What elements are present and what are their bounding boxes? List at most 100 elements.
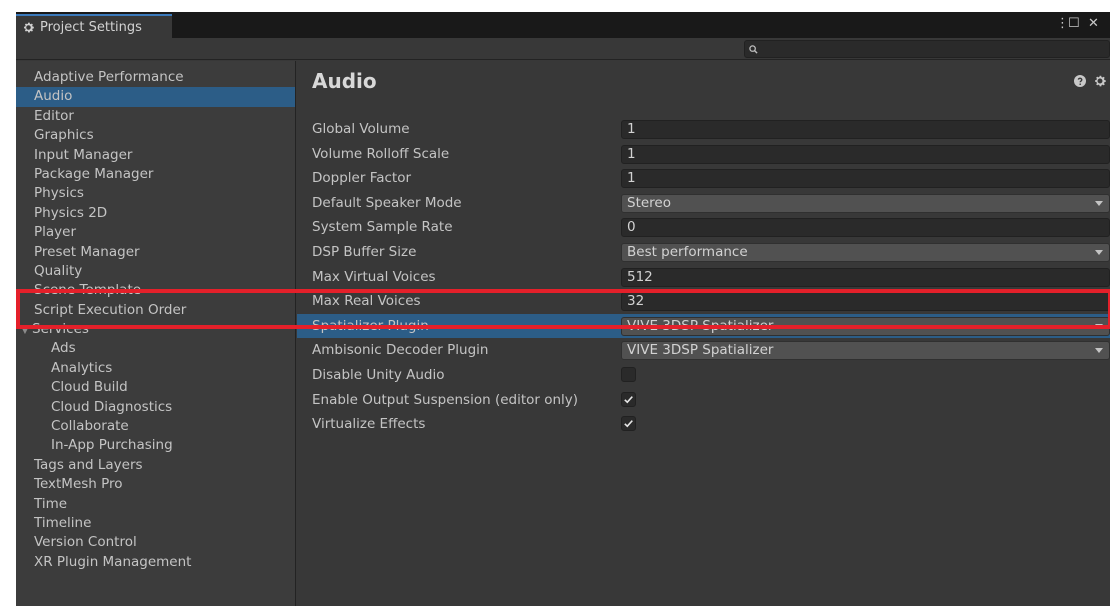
setting-number-field[interactable]: 1 xyxy=(621,120,1110,139)
maximize-icon[interactable]: ☐ xyxy=(1068,17,1080,31)
setting-number-field[interactable]: 512 xyxy=(621,267,1110,287)
sidebar-item-label: Tags and Layers xyxy=(34,456,143,473)
setting-number-field[interactable]: 1 xyxy=(621,169,1110,189)
setting-row: Max Virtual Voices 512 xyxy=(297,265,1110,290)
sidebar-item-label: Graphics xyxy=(34,127,94,144)
sidebar-item[interactable]: Timeline xyxy=(16,514,295,533)
sidebar-item[interactable]: Audio xyxy=(16,87,295,107)
setting-value: 1 xyxy=(627,170,636,187)
close-icon[interactable]: ✕ xyxy=(1088,17,1099,31)
gear-icon xyxy=(24,22,34,32)
setting-dropdown[interactable]: VIVE 3DSP Spatializer xyxy=(621,316,1110,336)
setting-row: Global Volume 1 xyxy=(297,117,1110,142)
setting-label: Virtualize Effects xyxy=(312,416,426,433)
setting-row: Spatializer Plugin VIVE 3DSP Spatializer xyxy=(297,313,1110,339)
sidebar-item-label: Editor xyxy=(34,107,74,124)
setting-label: Max Virtual Voices xyxy=(312,268,436,285)
sidebar-item-label: Services xyxy=(32,321,89,338)
sidebar-item[interactable]: Input Manager xyxy=(16,146,295,165)
dropdown-arrow-icon xyxy=(1095,249,1103,255)
setting-dropdown[interactable]: VIVE 3DSP Spatializer xyxy=(621,341,1110,361)
setting-row: Default Speaker Mode Stereo xyxy=(297,191,1110,216)
tab-project-settings[interactable]: Project Settings xyxy=(16,14,172,38)
sidebar-item[interactable]: Script Execution Order xyxy=(16,301,295,320)
sidebar-item[interactable]: Time xyxy=(16,495,295,514)
settings-gear-icon[interactable] xyxy=(1093,74,1107,88)
setting-value: 1 xyxy=(627,145,636,162)
sidebar-item[interactable]: Adaptive Performance xyxy=(16,68,295,87)
setting-dropdown[interactable]: Stereo xyxy=(621,193,1110,213)
setting-label: Ambisonic Decoder Plugin xyxy=(312,342,489,359)
setting-number-field[interactable]: 32 xyxy=(621,292,1110,312)
setting-checkbox[interactable] xyxy=(621,416,636,432)
sidebar-item-label: TextMesh Pro xyxy=(34,476,123,493)
sidebar-item[interactable]: Player xyxy=(16,223,295,242)
sidebar-item[interactable]: Collaborate xyxy=(16,417,295,436)
sidebar-item[interactable]: Editor xyxy=(16,107,295,126)
sidebar-item-label: Time xyxy=(34,495,68,512)
sidebar-item[interactable]: Tags and Layers xyxy=(16,456,295,475)
setting-row: Volume Rolloff Scale 1 xyxy=(297,142,1110,167)
sidebar-item-label: Script Execution Order xyxy=(34,301,187,318)
setting-label: Global Volume xyxy=(312,121,410,137)
setting-label: Disable Unity Audio xyxy=(312,366,445,383)
sidebar-item[interactable]: XR Plugin Management xyxy=(16,553,295,572)
sidebar-item-label: Cloud Build xyxy=(51,379,128,396)
sidebar-item[interactable]: Quality xyxy=(16,262,295,281)
search-box[interactable] xyxy=(744,40,1110,58)
expand-triangle-icon[interactable]: ▼ xyxy=(18,322,32,341)
project-settings-window: Project Settings ⋮ ☐ ✕ Adaptive Performa… xyxy=(16,12,1110,606)
sidebar-item[interactable]: Physics xyxy=(16,184,295,203)
setting-row: Disable Unity Audio xyxy=(297,363,1110,388)
tab-title: Project Settings xyxy=(40,19,142,35)
checkmark-icon xyxy=(624,420,633,428)
sidebar-item[interactable]: Scene Template xyxy=(16,281,295,300)
sidebar-item[interactable]: Ads xyxy=(16,339,295,358)
sidebar-item-label: Physics xyxy=(34,185,84,202)
sidebar-item[interactable]: TextMesh Pro xyxy=(16,475,295,494)
sidebar-item-label: Version Control xyxy=(34,534,137,551)
sidebar-item[interactable]: In-App Purchasing xyxy=(16,436,295,455)
setting-row: System Sample Rate 0 xyxy=(297,215,1110,240)
setting-dropdown[interactable]: Best performance xyxy=(621,242,1110,262)
page-title: Audio xyxy=(312,69,377,93)
sidebar-item[interactable]: Cloud Build xyxy=(16,378,295,397)
tab-bar: Project Settings ⋮ ☐ ✕ xyxy=(16,12,1110,38)
sidebar-item[interactable]: Graphics xyxy=(16,126,295,145)
sidebar-item-label: Timeline xyxy=(34,514,92,531)
sidebar-item[interactable]: Version Control xyxy=(16,533,295,552)
setting-row: Doppler Factor 1 xyxy=(297,166,1110,191)
search-input[interactable] xyxy=(762,42,1092,56)
help-icon[interactable] xyxy=(1074,75,1086,87)
setting-value: VIVE 3DSP Spatializer xyxy=(627,317,774,334)
setting-checkbox[interactable] xyxy=(621,391,636,407)
checkmark-icon xyxy=(624,395,633,403)
setting-number-field[interactable]: 1 xyxy=(621,144,1110,164)
setting-row: DSP Buffer Size Best performance xyxy=(297,240,1110,265)
setting-label: Enable Output Suspension (editor only) xyxy=(312,391,579,408)
sidebar-item-label: Ads xyxy=(51,340,76,357)
sidebar-item[interactable]: Preset Manager xyxy=(16,243,295,262)
setting-label: Spatializer Plugin xyxy=(312,317,429,334)
sidebar-item[interactable]: Cloud Diagnostics xyxy=(16,398,295,417)
sidebar-item[interactable]: Physics 2D xyxy=(16,204,295,223)
sidebar-item-label: Input Manager xyxy=(34,146,133,163)
sidebar-item-label: Package Manager xyxy=(34,165,154,182)
sidebar-item-label: Collaborate xyxy=(51,418,129,435)
sidebar-item-label: Player xyxy=(34,224,77,241)
search-icon xyxy=(749,44,758,54)
sidebar-item-label: Adaptive Performance xyxy=(34,69,184,85)
settings-list: Global Volume 1 Volume Rolloff Scale 1 Doppl… xyxy=(297,117,1110,437)
sidebar-item-label: Audio xyxy=(34,88,73,105)
sidebar-item-label: Analytics xyxy=(51,359,113,376)
sidebar-item[interactable]: Analytics xyxy=(16,359,295,378)
setting-number-field[interactable]: 0 xyxy=(621,218,1110,238)
sidebar-item[interactable]: Package Manager xyxy=(16,165,295,184)
setting-value: 1 xyxy=(627,121,636,137)
setting-value: 0 xyxy=(627,219,636,236)
setting-label: System Sample Rate xyxy=(312,219,453,236)
setting-row: Ambisonic Decoder Plugin VIVE 3DSP Spatia… xyxy=(297,338,1110,363)
sidebar-item-label: In-App Purchasing xyxy=(51,437,173,454)
setting-checkbox[interactable] xyxy=(621,366,636,382)
sidebar-item[interactable]: ▼ Services xyxy=(16,320,295,339)
